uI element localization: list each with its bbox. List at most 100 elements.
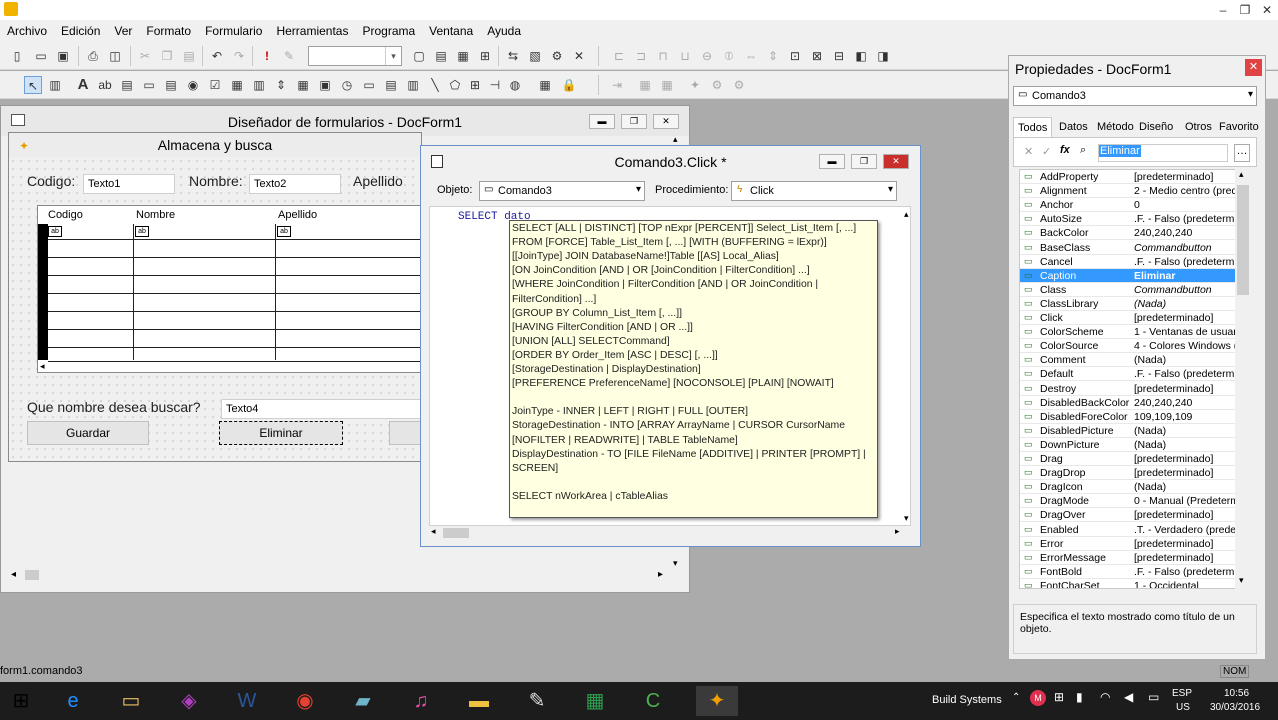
tab-order-icon[interactable]: ⇥ (608, 76, 626, 94)
paint-icon[interactable]: ✎ (522, 686, 552, 716)
property-row[interactable]: ▭ ColorSource 4 - Colores Windows (p (1020, 339, 1250, 354)
image-icon[interactable]: ▣ (316, 76, 334, 94)
ellipsis-button[interactable]: … (1234, 144, 1250, 162)
property-row[interactable]: ▭ Enabled .T. - Verdadero (predete (1020, 523, 1250, 537)
property-row[interactable]: ▭ DragMode 0 - Manual (Predetermin (1020, 494, 1250, 509)
texto1-field[interactable]: Texto1 (83, 174, 175, 194)
menu-item-archivo[interactable]: Archivo (0, 24, 54, 38)
data-environment-icon[interactable]: ⊞ (476, 47, 494, 65)
chrome-icon[interactable]: ◉ (290, 686, 320, 716)
format2-icon[interactable]: ▦ (658, 76, 676, 94)
container-icon[interactable]: ⊞ (466, 76, 484, 94)
property-row[interactable]: ▭ BaseClass Commandbutton (1020, 241, 1250, 255)
align-left-icon[interactable]: ⊏ (610, 47, 628, 65)
new-file-icon[interactable]: ▯ (8, 47, 26, 65)
modify-icon[interactable]: ✎ (280, 47, 298, 65)
cut-icon[interactable]: ✂ (136, 47, 154, 65)
menu-item-ventana[interactable]: Ventana (422, 24, 480, 38)
send-back-icon[interactable]: ◨ (874, 47, 892, 65)
align-hcenter-icon[interactable]: ⦶ (720, 47, 738, 65)
minimize-icon[interactable]: – (1212, 0, 1234, 20)
command-button-icon[interactable]: ▭ (140, 76, 158, 94)
timer-icon[interactable]: ◷ (338, 76, 356, 94)
accept-icon[interactable]: ✓ (1042, 145, 1051, 158)
menu-item-programa[interactable]: Programa (355, 24, 422, 38)
folder-icon[interactable]: ▬ (464, 686, 494, 716)
textbox-icon[interactable]: ab (96, 76, 114, 94)
property-row[interactable]: ▭ DisabledPicture (Nada) (1020, 424, 1250, 438)
windows-tray-icon[interactable]: ⊞ (1054, 690, 1064, 704)
builder-lock-icon[interactable]: ▦ (536, 76, 554, 94)
app-tray-icon[interactable]: M (1030, 690, 1046, 706)
open-folder-icon[interactable]: ▭ (32, 47, 50, 65)
same-width-icon[interactable]: ⇔ (742, 47, 760, 65)
tab-favorito[interactable]: Favorito (1215, 117, 1263, 137)
vscroll-up-icon[interactable]: ▴ (904, 209, 909, 220)
function-icon[interactable]: fx (1060, 144, 1070, 156)
grid-icon[interactable]: ▦ (294, 76, 312, 94)
grid-scroll-left-icon[interactable]: ◂ (40, 361, 45, 372)
close-icon[interactable]: ✕ (1256, 0, 1278, 20)
property-row[interactable]: ▭ Destroy [predeterminado] (1020, 382, 1250, 396)
property-row[interactable]: ▭ ColorScheme 1 - Ventanas de usuario (1020, 325, 1250, 340)
property-row[interactable]: ▭ Class Commandbutton (1020, 283, 1250, 297)
lang-us[interactable]: US (1176, 702, 1190, 713)
cancel-icon[interactable]: ✕ (1024, 145, 1033, 158)
listbox-icon[interactable]: ▥ (250, 76, 268, 94)
menu-item-ayuda[interactable]: Ayuda (480, 24, 528, 38)
label-icon[interactable]: A (74, 76, 92, 94)
undo-icon[interactable]: ↶ (208, 47, 226, 65)
close-icon[interactable]: ✕ (883, 154, 909, 169)
hyperlink-icon[interactable]: ◍ (506, 76, 524, 94)
tab-datos[interactable]: Datos (1055, 117, 1092, 137)
builder2-icon[interactable]: ⚙ (708, 76, 726, 94)
property-list[interactable]: ▭ AddProperty [predeterminado] ▭ Alignment 2 … (1019, 169, 1251, 589)
property-row[interactable]: ▭ Alignment 2 - Medio centro (prede (1020, 184, 1250, 199)
format-icon[interactable]: ▦ (636, 76, 654, 94)
minimize-icon[interactable]: ▬ (819, 154, 845, 169)
checkbox-icon[interactable]: ☑ (206, 76, 224, 94)
property-row[interactable]: ▭ FontCharSet 1 - Occidental (1020, 579, 1250, 588)
properties-icon[interactable]: ▦ (454, 47, 472, 65)
wizard-icon[interactable]: ✦ (686, 76, 704, 94)
center-h-icon[interactable]: ⊠ (808, 47, 826, 65)
texto4-field[interactable]: Texto4 (221, 399, 421, 419)
property-row[interactable]: ▭ DisabledForeColor 109,109,109 (1020, 410, 1250, 424)
align-top-icon[interactable]: ⊓ (654, 47, 672, 65)
battery-icon[interactable]: ▭ (1148, 690, 1159, 704)
property-row[interactable]: ▭ ClassLibrary (Nada) (1020, 297, 1250, 311)
combobox-icon[interactable]: ▦ (228, 76, 246, 94)
form-window-icon[interactable]: ▢ (410, 47, 428, 65)
restore-icon[interactable]: ❐ (851, 154, 877, 169)
menu-item-formato[interactable]: Formato (139, 24, 198, 38)
property-row[interactable]: ▭ Caption Eliminar (1020, 268, 1250, 283)
menu-item-edición[interactable]: Edición (54, 24, 107, 38)
center-v-icon[interactable]: ⊟ (830, 47, 848, 65)
property-row[interactable]: ▭ AddProperty [predeterminado] (1020, 170, 1250, 184)
property-row[interactable]: ▭ Click [predeterminado] (1020, 311, 1250, 325)
tools-icon[interactable]: ✕ (570, 47, 588, 65)
pageframe-icon[interactable]: ▭ (360, 76, 378, 94)
builder3-icon[interactable]: ⚙ (730, 76, 748, 94)
print-preview-icon[interactable]: ◫ (106, 47, 124, 65)
foxpro-icon[interactable]: ✦ (696, 686, 738, 716)
bring-front-icon[interactable]: ◧ (852, 47, 870, 65)
speaker-icon[interactable]: ◀ (1124, 690, 1133, 704)
vscroll-down-icon[interactable]: ▾ (673, 558, 678, 569)
property-row[interactable]: ▭ Drag [predeterminado] (1020, 452, 1250, 466)
texto2-field[interactable]: Texto2 (249, 174, 341, 194)
notes-icon[interactable]: ▰ (348, 686, 378, 716)
property-row[interactable]: ▭ Error [predeterminado] (1020, 537, 1250, 551)
property-row[interactable]: ▭ Default .F. - Falso (predetermin (1020, 367, 1250, 382)
tab-todos[interactable]: Todos (1013, 117, 1053, 137)
guardar-button[interactable]: Guardar (27, 421, 149, 445)
close-icon[interactable]: ✕ (653, 114, 679, 129)
eliminar-button[interactable]: Eliminar (219, 421, 343, 445)
class-library-icon[interactable]: ▥ (46, 76, 64, 94)
internet-explorer-icon[interactable]: e (58, 686, 88, 716)
clock-time[interactable]: 10:56 (1224, 688, 1249, 699)
align-vcenter-icon[interactable]: ⊖ (698, 47, 716, 65)
command-group-icon[interactable]: ▤ (162, 76, 180, 94)
restore-icon[interactable]: ❐ (621, 114, 647, 129)
same-size-icon[interactable]: ⊡ (786, 47, 804, 65)
